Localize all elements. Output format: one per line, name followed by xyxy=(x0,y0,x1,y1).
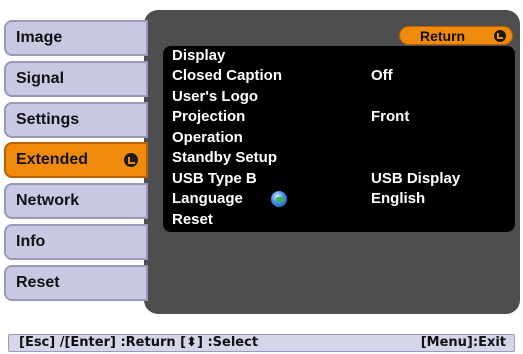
list-item-projection[interactable]: Projection Front xyxy=(163,107,515,127)
tab-signal[interactable]: Signal xyxy=(4,61,148,97)
enter-icon xyxy=(494,30,506,42)
tab-settings[interactable]: Settings xyxy=(4,102,148,138)
item-label: Language xyxy=(172,190,243,207)
tab-label: Reset xyxy=(16,274,60,291)
item-label: USB Type B xyxy=(172,170,257,187)
item-label: Standby Setup xyxy=(172,149,278,166)
list-item-reset[interactable]: Reset xyxy=(163,210,515,230)
enter-icon xyxy=(124,153,138,167)
tab-image[interactable]: Image xyxy=(4,20,148,56)
item-label: Closed Caption xyxy=(172,67,283,84)
tab-label: Extended xyxy=(16,151,89,168)
item-label: Reset xyxy=(172,211,213,228)
list-item-users-logo[interactable]: User's Logo xyxy=(163,87,515,107)
key-hint-bar: [Esc] /[Enter] :Return [⬍] :Select [Menu… xyxy=(8,334,515,352)
list-item-operation[interactable]: Operation xyxy=(163,128,515,148)
tab-label: Settings xyxy=(16,111,80,128)
tab-label: Signal xyxy=(16,70,65,87)
projector-menu: Image Signal Settings Extended Network I… xyxy=(0,0,523,322)
settings-list: Display Closed Caption Off User's Logo P… xyxy=(163,46,515,232)
list-item-display[interactable]: Display xyxy=(163,46,515,66)
item-value: Off xyxy=(371,67,393,84)
item-label: Display xyxy=(172,47,226,64)
tab-reset[interactable]: Reset xyxy=(4,265,148,301)
navigation-hint: [Esc] /[Enter] :Return [⬍] :Select xyxy=(19,335,259,350)
tab-label: Image xyxy=(16,29,63,46)
item-value: USB Display xyxy=(371,170,461,187)
list-item-language[interactable]: Language English xyxy=(163,189,515,209)
item-label: User's Logo xyxy=(172,88,259,105)
list-item-standby-setup[interactable]: Standby Setup xyxy=(163,148,515,168)
tab-info[interactable]: Info xyxy=(4,224,148,260)
tab-network[interactable]: Network xyxy=(4,183,148,219)
list-item-closed-caption[interactable]: Closed Caption Off xyxy=(163,66,515,86)
item-label: Operation xyxy=(172,129,243,146)
list-item-usb-type-b[interactable]: USB Type B USB Display xyxy=(163,169,515,189)
exit-hint: [Menu]:Exit xyxy=(420,335,506,350)
globe-icon xyxy=(271,191,287,207)
tab-label: Info xyxy=(16,233,46,250)
return-label: Return xyxy=(420,27,466,44)
return-button[interactable]: Return xyxy=(399,26,513,45)
item-value: Front xyxy=(371,108,410,125)
tab-extended[interactable]: Extended xyxy=(4,142,148,178)
item-value: English xyxy=(371,190,426,207)
tab-label: Network xyxy=(16,192,80,209)
item-label: Projection xyxy=(172,108,246,125)
